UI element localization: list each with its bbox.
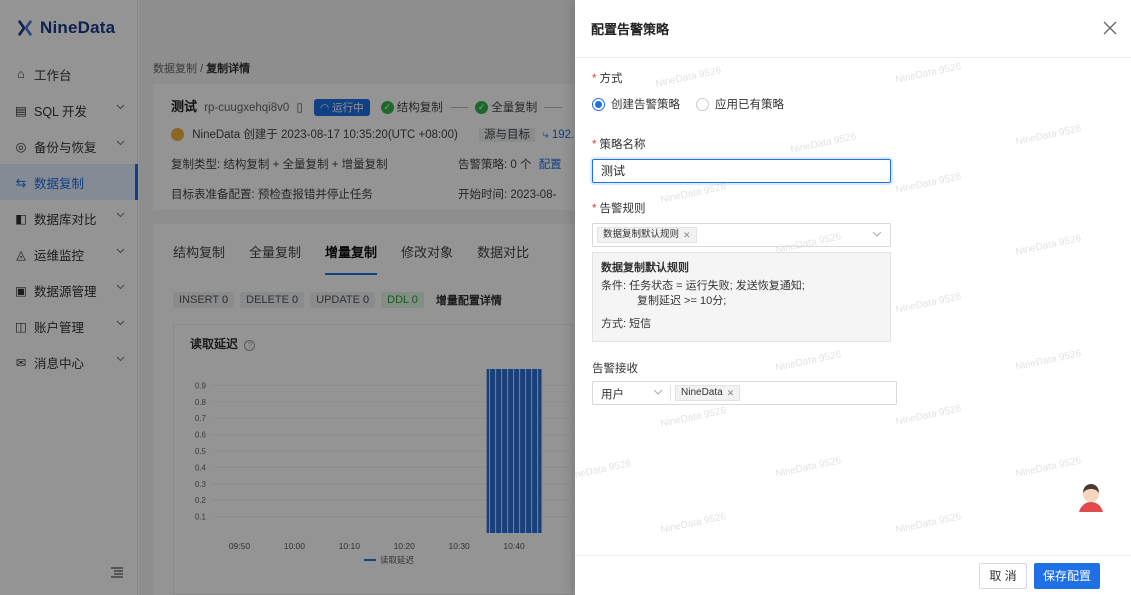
watermark-text: NineData 9526 [894, 403, 963, 428]
rule-title: 数据复制默认规则 [601, 262, 689, 274]
radio-create-policy[interactable]: 创建告警策略 [592, 96, 680, 112]
method-label-text: 方式 [599, 73, 623, 85]
radio-apply-existing[interactable]: 应用已有策略 [696, 96, 784, 112]
alert-receive-label: 告警接收 [592, 363, 638, 375]
method-radio-group: 创建告警策略 应用已有策略 [592, 96, 784, 112]
alert-rules-label: * 告警规则 [592, 200, 645, 216]
watermark-text: NineData 9526 [654, 65, 723, 90]
assistant-avatar-icon[interactable] [1073, 480, 1109, 516]
required-mark: * [592, 139, 597, 151]
required-mark: * [592, 73, 597, 85]
watermark-text: NineData 9526 [894, 171, 963, 196]
receiver-chip: NineData ✕ [675, 385, 741, 401]
chip-remove-icon[interactable]: ✕ [727, 386, 735, 400]
watermark-text: NineData 9526 [894, 511, 963, 536]
cancel-button[interactable]: 取 消 [979, 563, 1027, 589]
rule-detail-box: 数据复制默认规则 条件: 任务状态 = 运行失败; 发送恢复通知; 复制延迟 >… [592, 252, 891, 342]
watermark-text: NineData 9526 [659, 181, 728, 206]
watermark-text: NineData 9526 [894, 61, 963, 86]
divider [670, 385, 671, 401]
radio-checked-icon [592, 97, 605, 111]
watermark-text: NineData 9526 [774, 349, 843, 374]
watermark-text: NineData 9526 [1014, 233, 1083, 258]
save-config-button[interactable]: 保存配置 [1034, 563, 1100, 589]
close-icon[interactable] [1103, 21, 1117, 35]
alert-receive-field[interactable]: 用户 NineData ✕ [592, 381, 897, 405]
rule-chip-label: 数据复制默认规则 [603, 229, 680, 240]
watermark-text: NineData 9526 [894, 291, 963, 316]
policy-name-label-text: 策略名称 [599, 139, 646, 151]
rule-chip: 数据复制默认规则 ✕ [597, 227, 697, 243]
modal-overlay[interactable] [0, 0, 575, 595]
alert-rules-label-text: 告警规则 [599, 203, 646, 215]
drawer-header: 配置告警策略 [575, 0, 1131, 58]
watermark-text: NineData 9526 [659, 405, 728, 430]
alert-policy-drawer: NineData 9526 NineData 9526 NineData 9526 N… [565, 0, 1131, 595]
watermark-text: NineData 9526 [1014, 348, 1083, 373]
watermark-text: NineData 9526 [789, 131, 858, 156]
radio-unchecked-icon [696, 97, 709, 111]
rule-method: 方式: 短信 [601, 318, 652, 330]
policy-name-label: * 策略名称 [592, 136, 645, 152]
radio-create-label: 创建告警策略 [611, 99, 680, 111]
required-mark: * [592, 203, 597, 215]
chevron-down-icon [872, 231, 882, 237]
watermark-text: NineData 9526 [659, 511, 728, 536]
watermark-text: NineData 9526 [1014, 455, 1083, 480]
chevron-down-icon [653, 389, 663, 395]
method-label: * 方式 [592, 70, 622, 86]
drawer-footer: 取 消 保存配置 [575, 555, 1131, 595]
rule-condition-1: 条件: 任务状态 = 运行失败; 发送恢复通知; [601, 280, 805, 292]
watermark-text: NineData 9526 [564, 458, 633, 483]
receiver-chip-label: NineData [681, 387, 723, 398]
policy-name-input[interactable]: 测试 [592, 159, 891, 183]
chip-remove-icon[interactable]: ✕ [683, 228, 691, 242]
receiver-type-select[interactable]: 用户 [601, 386, 624, 402]
rule-condition-2: 复制延迟 >= 10分; [637, 295, 727, 307]
alert-rules-select[interactable]: 数据复制默认规则 ✕ [592, 223, 891, 247]
watermark-text: NineData 9526 [774, 455, 843, 480]
watermark-text: NineData 9526 [1014, 123, 1083, 148]
radio-apply-label: 应用已有策略 [715, 99, 784, 111]
drawer-title: 配置告警策略 [591, 22, 670, 37]
